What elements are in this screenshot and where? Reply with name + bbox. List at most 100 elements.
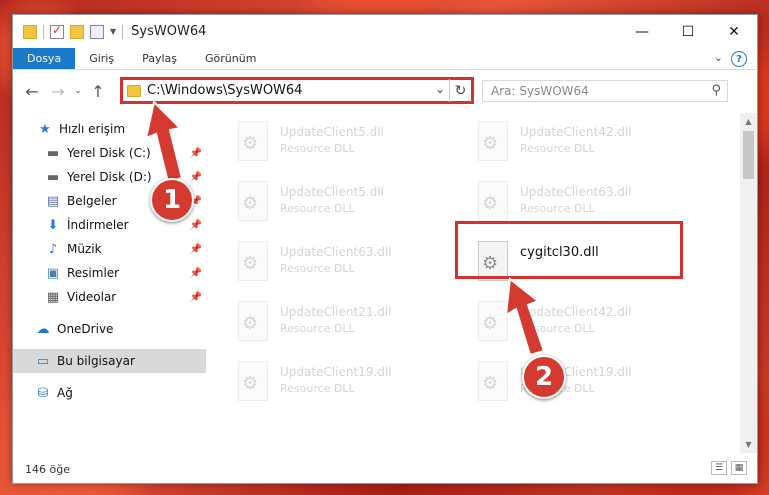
nav-label: Resimler <box>67 266 120 280</box>
toolbar-divider <box>43 24 44 39</box>
disk-icon: ▬ <box>46 169 60 185</box>
file-item[interactable]: ⚙ UpdateClient21.dll Resource DLL <box>234 301 464 353</box>
file-type: Resource DLL <box>520 142 595 155</box>
nav-label: Müzik <box>67 242 102 256</box>
folder-icon <box>127 84 141 97</box>
vertical-scrollbar[interactable]: ▲ ▼ <box>740 113 757 453</box>
address-path[interactable]: C:\Windows\SysWOW64 <box>147 83 302 98</box>
computer-icon: ▭ <box>36 353 50 369</box>
dll-file-icon: ⚙ <box>234 181 268 223</box>
file-name: UpdateClient63.dll <box>280 245 392 259</box>
nav-item-videos[interactable]: ▦ Videolar 📌 <box>13 285 206 309</box>
nav-item-music[interactable]: ♪ Müzik 📌 <box>13 237 206 261</box>
tab-view[interactable]: Görünüm <box>191 48 270 69</box>
search-box[interactable]: Ara: SysWOW64 ⚲ <box>482 80 728 102</box>
file-list: ⚙ UpdateClient5.dll Resource DLL ⚙ Update… <box>206 113 722 453</box>
minimize-button[interactable]: — <box>619 15 665 48</box>
file-item[interactable]: ⚙ UpdateClient42.dll Resource DLL <box>474 121 704 173</box>
search-input[interactable]: Ara: SysWOW64 <box>491 84 589 98</box>
tab-file[interactable]: Dosya <box>13 48 76 69</box>
file-name: UpdateClient63.dll <box>520 185 632 199</box>
window-title: SysWOW64 <box>131 24 207 39</box>
download-icon: ⬇ <box>47 217 59 233</box>
file-type: Resource DLL <box>280 262 355 275</box>
pictures-icon: ▣ <box>46 265 60 281</box>
scroll-up-icon[interactable]: ▲ <box>740 113 757 130</box>
properties-check-icon[interactable] <box>50 23 64 39</box>
star-icon: ★ <box>39 121 51 137</box>
dll-file-icon: ⚙ <box>234 301 268 343</box>
back-arrow-icon[interactable]: ← <box>19 82 45 101</box>
title-bar: ▼ SysWOW64 — ☐ ✕ <box>13 15 757 48</box>
ribbon-tabs: Dosya Giriş Paylaş Görünüm ⌄ ? <box>13 48 757 70</box>
large-icons-view-icon[interactable]: ▦ <box>731 461 747 475</box>
nav-label: Yerel Disk (C:) <box>67 146 151 160</box>
status-bar: 146 öğe ☰ ▦ <box>13 455 757 483</box>
nav-label: Hızlı erişim <box>59 122 126 136</box>
customize-icon[interactable] <box>90 24 104 39</box>
scroll-thumb[interactable] <box>743 131 754 179</box>
quick-access-toolbar: ▼ <box>23 23 124 39</box>
forward-arrow-icon[interactable]: → <box>45 82 71 101</box>
nav-label: Ağ <box>57 386 73 400</box>
search-icon[interactable]: ⚲ <box>711 83 721 98</box>
nav-label: Bu bilgisayar <box>57 354 135 368</box>
dll-file-icon: ⚙ <box>474 181 508 223</box>
refresh-icon[interactable]: ↻ <box>449 79 471 102</box>
new-folder-icon[interactable] <box>70 24 84 39</box>
file-type: Resource DLL <box>280 382 355 395</box>
video-icon: ▦ <box>46 289 60 305</box>
disk-icon: ▬ <box>46 145 60 161</box>
nav-label: Belgeler <box>67 194 117 208</box>
details-view-icon[interactable]: ☰ <box>711 461 727 475</box>
file-name: UpdateClient19.dll <box>280 365 392 379</box>
nav-label: İndirmeler <box>67 218 129 232</box>
file-item[interactable]: ⚙ UpdateClient5.dll Resource DLL <box>234 121 464 173</box>
network-icon: ⛁ <box>37 385 49 401</box>
file-type: Resource DLL <box>280 142 355 155</box>
target-file-highlight <box>455 221 683 279</box>
chevron-down-icon[interactable]: ⌄ <box>435 82 445 96</box>
item-count: 146 öğe <box>25 462 70 476</box>
documents-icon: ▤ <box>46 193 60 209</box>
step1-badge: 1 <box>150 178 194 222</box>
pin-icon[interactable]: 📌 <box>190 244 202 255</box>
pin-icon[interactable]: 📌 <box>190 292 202 303</box>
dll-file-icon: ⚙ <box>234 241 268 283</box>
view-switcher: ☰ ▦ <box>711 461 747 475</box>
recent-locations-icon[interactable]: ⌄ <box>71 86 85 96</box>
nav-item-network[interactable]: ⛁ Ağ <box>13 381 206 405</box>
window-controls: — ☐ ✕ <box>619 15 757 48</box>
file-name: UpdateClient42.dll <box>520 125 632 139</box>
file-type: Resource DLL <box>280 322 355 335</box>
toolbar-divider <box>122 24 124 39</box>
pin-icon[interactable]: 📌 <box>190 220 202 231</box>
file-type: Resource DLL <box>520 202 595 215</box>
folder-icon <box>23 24 37 39</box>
step2-badge: 2 <box>522 355 566 399</box>
music-icon: ♪ <box>48 241 58 257</box>
nav-item-this-pc[interactable]: ▭ Bu bilgisayar <box>13 349 206 373</box>
chevron-down-icon[interactable]: ▼ <box>110 27 116 36</box>
pin-icon[interactable]: 📌 <box>190 268 202 279</box>
nav-item-onedrive[interactable]: ☁ OneDrive <box>13 317 206 341</box>
scroll-down-icon[interactable]: ▼ <box>740 436 757 453</box>
file-item[interactable]: ⚙ UpdateClient63.dll Resource DLL <box>234 241 464 293</box>
nav-label: Videolar <box>67 290 117 304</box>
tab-home[interactable]: Giriş <box>75 48 128 69</box>
file-item[interactable]: ⚙ UpdateClient5.dll Resource DLL <box>234 181 464 233</box>
dll-file-icon: ⚙ <box>474 121 508 163</box>
help-button[interactable]: ? <box>731 51 747 67</box>
up-arrow-icon[interactable]: ↑ <box>85 82 111 101</box>
tab-share[interactable]: Paylaş <box>128 48 191 69</box>
close-button[interactable]: ✕ <box>711 15 757 48</box>
file-name: UpdateClient21.dll <box>280 305 392 319</box>
maximize-button[interactable]: ☐ <box>665 15 711 48</box>
navigation-bar: ← → ⌄ ↑ C:\Windows\SysWOW64 ⌄ ↻ Ara: Sys… <box>13 71 757 111</box>
nav-label: Yerel Disk (D:) <box>67 170 152 184</box>
file-item[interactable]: ⚙ UpdateClient19.dll Resource DLL <box>234 361 464 413</box>
expand-ribbon-icon[interactable]: ⌄ <box>714 51 723 64</box>
nav-label: OneDrive <box>57 322 114 336</box>
cloud-icon: ☁ <box>36 321 50 337</box>
nav-item-pictures[interactable]: ▣ Resimler 📌 <box>13 261 206 285</box>
